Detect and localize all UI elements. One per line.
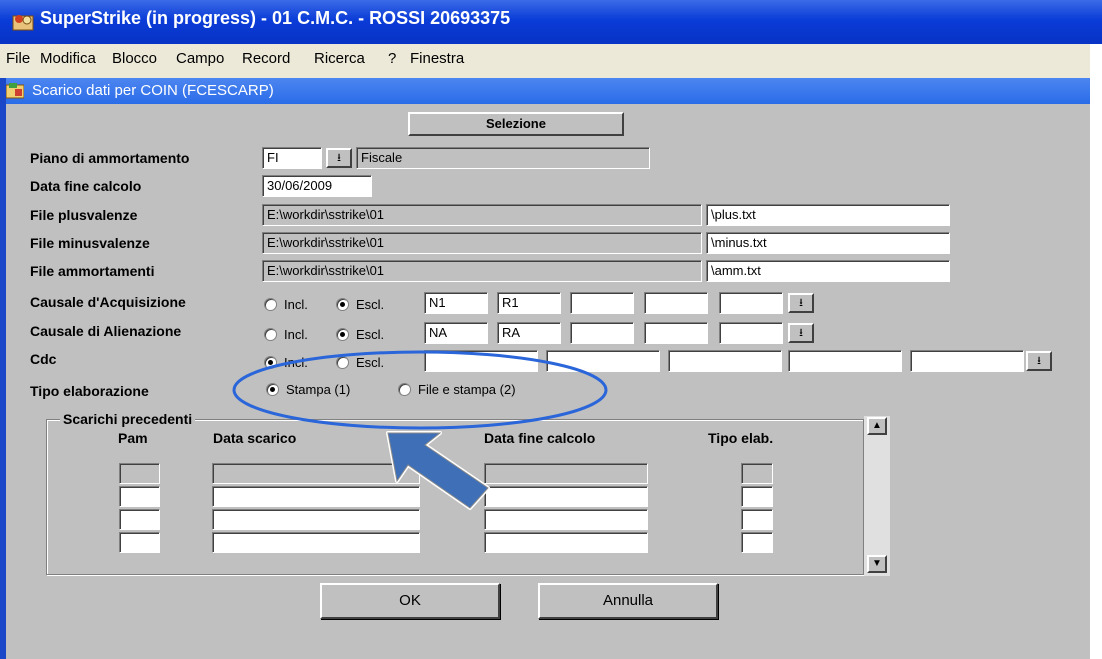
- cdc-escl-radio[interactable]: [336, 356, 349, 369]
- cdc-field-1[interactable]: [424, 350, 538, 372]
- scarichi-scrollbar[interactable]: [864, 416, 890, 576]
- causale-ali-escl-label: Escl.: [356, 327, 385, 342]
- menu-bar: [0, 44, 1102, 78]
- scarichi-title: Scarichi precedenti: [60, 411, 196, 427]
- dropdown-arrow-icon[interactable]: ⭳: [788, 323, 814, 343]
- window-title: SuperStrike (in progress) - 01 C.M.C. - …: [40, 8, 511, 28]
- row-data-scarico-field[interactable]: [212, 509, 420, 530]
- causale-ali-field-3[interactable]: [570, 322, 634, 344]
- scroll-up-icon[interactable]: ▲: [867, 417, 887, 435]
- row-tipo-elab-field[interactable]: [741, 532, 773, 553]
- col-tipo-elab: Tipo elab.: [708, 430, 774, 446]
- menu-blocco[interactable]: Blocco: [112, 50, 157, 67]
- causale-acq-incl-radio[interactable]: [264, 298, 277, 311]
- data-fine-field[interactable]: 30/06/2009: [262, 175, 372, 197]
- form-title: Scarico dati per COIN (FCESCARP): [32, 82, 274, 99]
- row-pam-field[interactable]: [119, 509, 160, 530]
- file-minus-name[interactable]: \minus.txt: [706, 232, 950, 254]
- tipo-file-stampa-label: File e stampa (2): [418, 382, 516, 397]
- form-icon: [6, 83, 24, 99]
- cdc-field-2[interactable]: [546, 350, 660, 372]
- window-title-bar: SuperStrike (in progress) - 01 C.M.C. - …: [0, 0, 1102, 44]
- causale-acq-label: Causale d'Acquisizione: [30, 294, 186, 310]
- cdc-field-5[interactable]: [910, 350, 1024, 372]
- dropdown-arrow-icon[interactable]: ⭳: [1026, 351, 1052, 371]
- file-plus-path: E:\workdir\sstrike\01: [262, 204, 702, 226]
- causale-ali-field-5[interactable]: [719, 322, 783, 344]
- row-data-fine-field[interactable]: [484, 509, 648, 530]
- file-plus-name[interactable]: \plus.txt: [706, 204, 950, 226]
- row-tipo-elab-field[interactable]: [741, 509, 773, 530]
- menu-ricerca[interactable]: Ricerca: [314, 50, 365, 67]
- cdc-incl-radio[interactable]: [264, 356, 277, 369]
- col-data-scarico: Data scarico: [213, 430, 297, 446]
- causale-acq-field-2[interactable]: R1: [497, 292, 561, 314]
- tipo-file-stampa-radio[interactable]: [398, 383, 411, 396]
- scroll-down-icon[interactable]: ▼: [867, 555, 887, 573]
- file-amm-path: E:\workdir\sstrike\01: [262, 260, 702, 282]
- causale-ali-field-1[interactable]: NA: [424, 322, 488, 344]
- data-fine-label: Data fine calcolo: [30, 178, 142, 194]
- menu-campo[interactable]: Campo: [176, 50, 224, 67]
- form-panel: [0, 104, 1090, 659]
- row-tipo-elab-field[interactable]: [741, 486, 773, 507]
- causale-ali-escl-radio[interactable]: [336, 328, 349, 341]
- app-icon: [12, 15, 34, 31]
- menu-file[interactable]: File: [6, 50, 30, 67]
- causale-acq-incl-label: Incl.: [284, 297, 308, 312]
- tipo-stampa-label: Stampa (1): [286, 382, 351, 397]
- col-pam: Pam: [118, 430, 148, 446]
- row-data-fine-field[interactable]: [484, 532, 648, 553]
- causale-ali-incl-radio[interactable]: [264, 328, 277, 341]
- causale-acq-field-5[interactable]: [719, 292, 783, 314]
- form-left-border: [0, 78, 6, 659]
- row-pam-field[interactable]: [119, 532, 160, 553]
- menu-finestra[interactable]: Finestra: [410, 50, 464, 67]
- row-data-scarico-field[interactable]: [212, 463, 420, 484]
- row-data-fine-field[interactable]: [484, 463, 648, 484]
- selection-header: Selezione: [408, 112, 624, 136]
- causale-acq-field-1[interactable]: N1: [424, 292, 488, 314]
- cancel-button[interactable]: Annulla: [538, 583, 718, 619]
- cdc-incl-label: Incl.: [284, 355, 308, 370]
- cdc-field-3[interactable]: [668, 350, 782, 372]
- piano-description-field: Fiscale: [356, 147, 650, 169]
- causale-ali-label: Causale di Alienazione: [30, 323, 182, 339]
- causale-ali-field-2[interactable]: RA: [497, 322, 561, 344]
- piano-label: Piano di ammortamento: [30, 150, 190, 166]
- piano-code-field[interactable]: FI: [262, 147, 322, 169]
- col-data-fine: Data fine calcolo: [484, 430, 596, 446]
- row-tipo-elab-field[interactable]: [741, 463, 773, 484]
- tipo-stampa-radio[interactable]: [266, 383, 279, 396]
- cdc-escl-label: Escl.: [356, 355, 385, 370]
- menu-modifica[interactable]: Modifica: [40, 50, 96, 67]
- dropdown-arrow-icon[interactable]: ⭳: [788, 293, 814, 313]
- tipo-label: Tipo elaborazione: [30, 383, 149, 399]
- row-pam-field[interactable]: [119, 463, 160, 484]
- row-pam-field[interactable]: [119, 486, 160, 507]
- row-data-fine-field[interactable]: [484, 486, 648, 507]
- ok-button[interactable]: OK: [320, 583, 500, 619]
- dropdown-arrow-icon[interactable]: ⭳: [326, 148, 352, 168]
- causale-ali-field-4[interactable]: [644, 322, 708, 344]
- file-minus-path: E:\workdir\sstrike\01: [262, 232, 702, 254]
- menu-record[interactable]: Record: [242, 50, 290, 67]
- row-data-scarico-field[interactable]: [212, 532, 420, 553]
- causale-acq-escl-label: Escl.: [356, 297, 385, 312]
- menu-help[interactable]: ?: [388, 50, 396, 67]
- file-plus-label: File plusvalenze: [30, 207, 138, 223]
- file-minus-label: File minusvalenze: [30, 235, 150, 251]
- window-right-edge: [1090, 44, 1102, 659]
- cdc-field-4[interactable]: [788, 350, 902, 372]
- causale-acq-field-4[interactable]: [644, 292, 708, 314]
- causale-ali-incl-label: Incl.: [284, 327, 308, 342]
- form-title-bar: Scarico dati per COIN (FCESCARP): [0, 78, 1090, 104]
- file-amm-label: File ammortamenti: [30, 263, 155, 279]
- cdc-label: Cdc: [30, 351, 57, 367]
- file-amm-name[interactable]: \amm.txt: [706, 260, 950, 282]
- row-data-scarico-field[interactable]: [212, 486, 420, 507]
- causale-acq-escl-radio[interactable]: [336, 298, 349, 311]
- causale-acq-field-3[interactable]: [570, 292, 634, 314]
